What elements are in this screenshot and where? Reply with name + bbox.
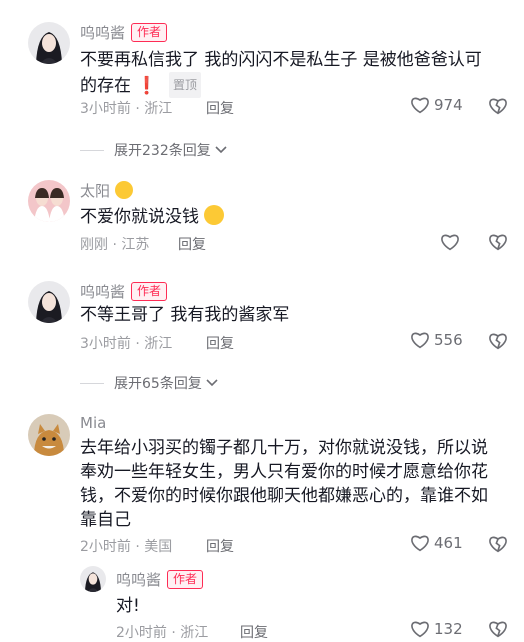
comment-meta: 刚刚 · 江苏 (80, 237, 150, 253)
avatar[interactable] (80, 566, 106, 592)
grin-emoji-icon (204, 205, 225, 225)
dislike-button[interactable] (488, 233, 508, 255)
like-count: 132 (434, 620, 463, 638)
dislike-button[interactable] (488, 620, 508, 642)
dislike-button[interactable] (488, 332, 508, 354)
smiley-icon (114, 181, 133, 199)
like-count: 461 (434, 534, 463, 552)
expand-replies-button[interactable]: 展开65条回复 (80, 373, 218, 393)
broken-heart-icon (489, 234, 507, 251)
heart-icon (411, 97, 429, 114)
avatar[interactable] (28, 281, 70, 323)
comment-text: 不要再私信我了 我的闪闪不是私生子 是被他爸爸认可的存在 ❗ 置顶 (80, 48, 494, 98)
username[interactable]: 呜呜酱 作者 (80, 281, 168, 302)
chevron-down-icon (206, 379, 218, 387)
avatar[interactable] (28, 414, 70, 456)
broken-heart-icon (489, 621, 507, 638)
reply-button[interactable]: 回复 (240, 622, 268, 642)
pinned-badge: 置顶 (168, 72, 201, 98)
like-button[interactable]: 974 (410, 96, 463, 114)
dislike-button[interactable] (488, 535, 508, 557)
author-tag: 作者 (131, 23, 168, 42)
username[interactable]: 呜呜酱 作者 (80, 22, 168, 43)
like-button[interactable]: 556 (410, 331, 463, 349)
expand-label: 展开65条回复 (114, 376, 202, 392)
like-button[interactable] (440, 233, 460, 251)
username-text: 呜呜酱 (80, 283, 126, 301)
like-button[interactable]: 132 (410, 620, 463, 638)
heart-icon (411, 535, 429, 552)
broken-heart-icon (489, 98, 507, 115)
chevron-down-icon (215, 146, 227, 154)
avatar[interactable] (28, 22, 70, 64)
username[interactable]: 太阳 (80, 180, 133, 201)
like-count: 556 (434, 331, 463, 349)
expand-replies-button[interactable]: 展开232条回复 (80, 140, 227, 160)
reply-button[interactable]: 回复 (178, 234, 206, 254)
comment-text: 对! (116, 596, 140, 616)
comment-text: 不爱你就说没钱 (80, 205, 494, 229)
broken-heart-icon (489, 333, 507, 350)
divider (80, 149, 104, 151)
comment-text: 不等王哥了 我有我的酱家军 (80, 305, 290, 325)
username[interactable]: Mia (80, 414, 106, 432)
heart-icon (441, 234, 459, 251)
heart-icon (411, 621, 429, 638)
expand-label: 展开232条回复 (114, 143, 211, 159)
like-count: 974 (434, 96, 463, 114)
username-text: 呜呜酱 (80, 24, 126, 42)
avatar[interactable] (28, 180, 70, 222)
username-text: 呜呜酱 (116, 571, 162, 589)
comment-meta: 2小时前 · 美国 (80, 539, 173, 555)
comment-meta: 2小时前 · 浙江 (116, 625, 209, 641)
comment-body: 不爱你就说没钱 (80, 207, 199, 227)
reply-button[interactable]: 回复 (206, 536, 234, 556)
comment-text: 去年给小羽买的镯子都几十万，对你就说没钱，所以说奉劝一些年轻女生，男人只有爱你的… (80, 438, 488, 530)
like-button[interactable]: 461 (410, 534, 463, 552)
comment-meta: 3小时前 · 浙江 (80, 336, 173, 352)
username-text: 太阳 (80, 182, 111, 200)
author-tag: 作者 (131, 282, 168, 301)
dislike-button[interactable] (488, 97, 508, 119)
author-tag: 作者 (167, 570, 204, 589)
reply-button[interactable]: 回复 (206, 333, 234, 353)
username[interactable]: 呜呜酱 作者 (116, 569, 204, 590)
broken-heart-icon (489, 536, 507, 553)
exclamation-icon: ❗ (136, 76, 158, 96)
divider (80, 382, 104, 384)
heart-icon (411, 332, 429, 349)
reply-button[interactable]: 回复 (206, 98, 234, 118)
comment-meta: 3小时前 · 浙江 (80, 101, 173, 117)
